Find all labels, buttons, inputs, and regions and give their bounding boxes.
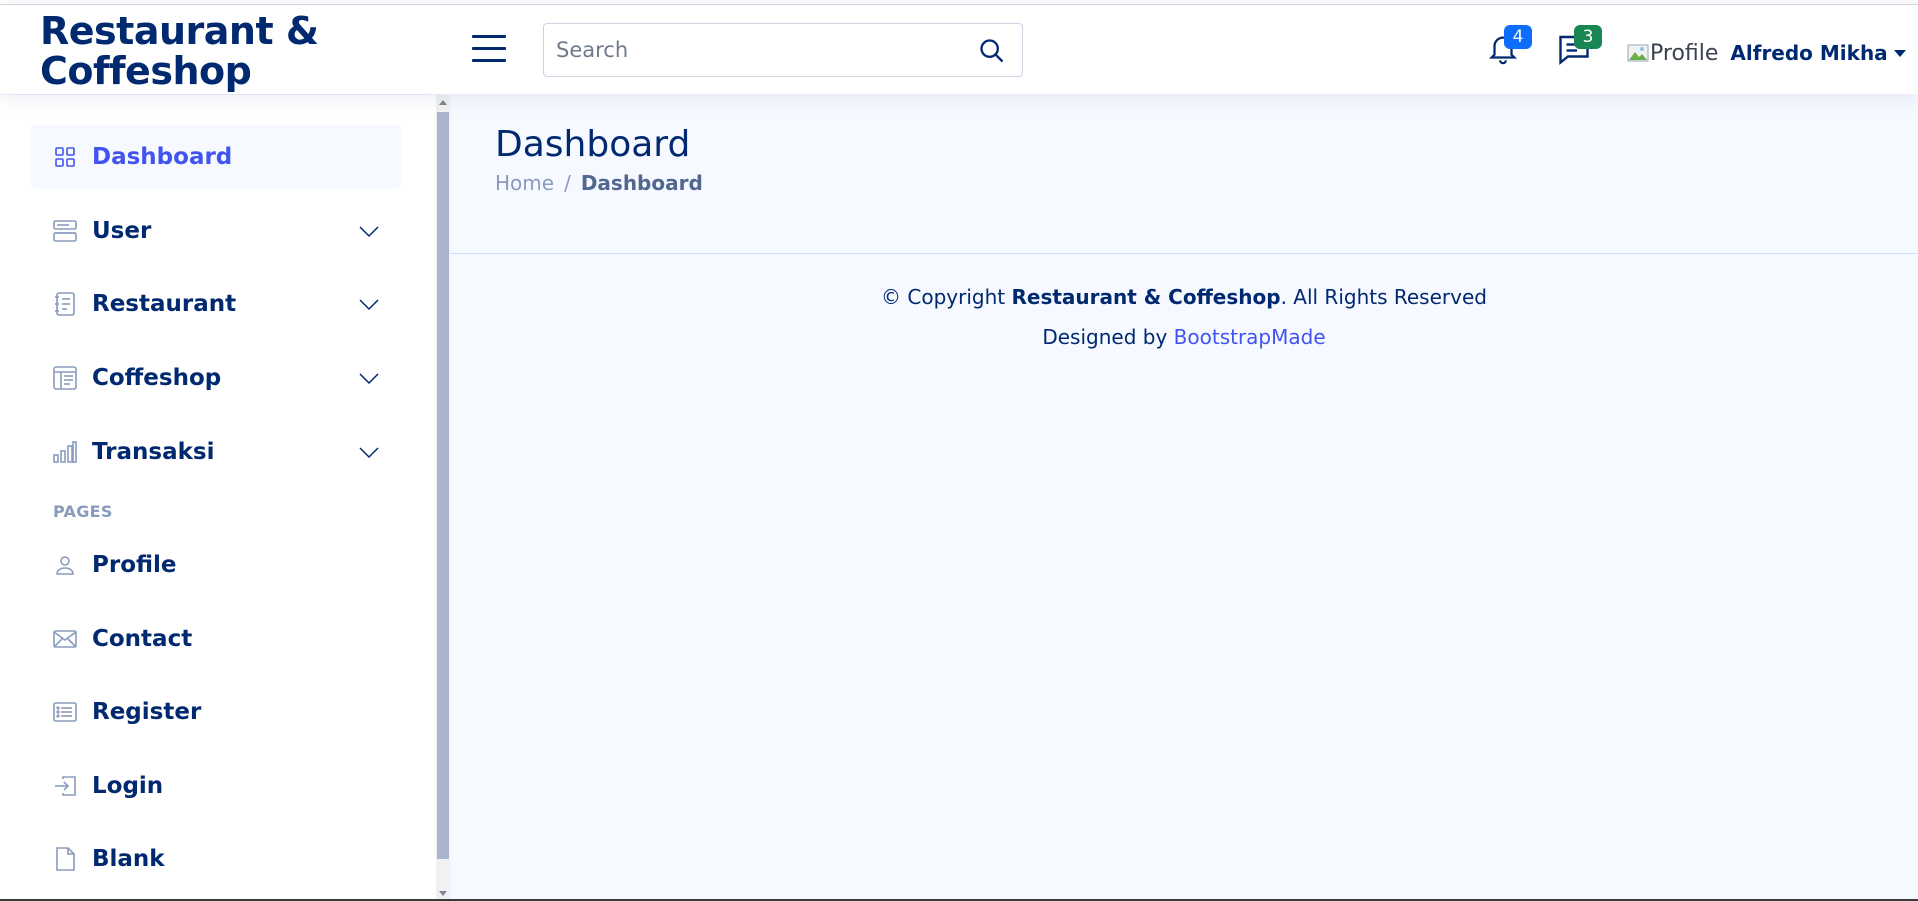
search-icon[interactable] bbox=[978, 37, 1006, 65]
scroll-down-arrow-icon[interactable] bbox=[439, 891, 447, 896]
messages-button[interactable]: 3 bbox=[1556, 25, 1602, 71]
sidebar-item-label: Coffeshop bbox=[92, 365, 222, 391]
search-input[interactable] bbox=[544, 24, 964, 76]
file-earmark-icon bbox=[52, 846, 78, 872]
credits-line: Designed by BootstrapMade bbox=[450, 325, 1918, 349]
sidebar-item-profile[interactable]: Profile bbox=[30, 533, 402, 597]
sidebar-item-label: Blank bbox=[92, 846, 165, 872]
breadcrumb-home[interactable]: Home bbox=[495, 171, 554, 195]
sidebar-item-label: Login bbox=[92, 773, 164, 799]
sidebar-item-label: User bbox=[92, 218, 152, 244]
page-title: Dashboard bbox=[495, 124, 691, 165]
chevron-down-icon bbox=[359, 447, 379, 459]
footer: © Copyright Restaurant & Coffeshop. All … bbox=[450, 285, 1918, 349]
scroll-up-arrow-icon[interactable] bbox=[439, 100, 447, 105]
copyright-line: © Copyright Restaurant & Coffeshop. All … bbox=[450, 285, 1918, 309]
designer-link[interactable]: BootstrapMade bbox=[1174, 325, 1326, 349]
messages-badge: 3 bbox=[1574, 25, 1602, 49]
copyright-suffix: . All Rights Reserved bbox=[1280, 285, 1487, 309]
hamburger-bar bbox=[472, 35, 506, 38]
sidebar-item-label: Profile bbox=[92, 552, 177, 578]
sidebar-item-label: Register bbox=[92, 699, 202, 725]
profile-dropdown[interactable]: Profile Alfredo Mikha bbox=[1627, 35, 1906, 71]
sidebar-item-restaurant[interactable]: Restaurant bbox=[30, 272, 402, 336]
envelope-icon bbox=[52, 626, 78, 652]
sidebar-item-login[interactable]: Login bbox=[30, 754, 402, 818]
copyright-brand: Restaurant & Coffeshop bbox=[1011, 285, 1281, 309]
chevron-down-icon bbox=[359, 373, 379, 385]
search-bar bbox=[543, 23, 1023, 77]
layout-text-window-icon bbox=[52, 365, 78, 391]
broken-image-icon bbox=[1627, 44, 1649, 62]
footer-divider bbox=[450, 253, 1918, 254]
sidebar-scrollbar[interactable] bbox=[436, 95, 450, 901]
toggle-sidebar-button[interactable] bbox=[472, 35, 506, 65]
sidebar: Dashboard User Restaurant Coffeshop Tran… bbox=[0, 95, 436, 901]
sidebar-item-transaksi[interactable]: Transaksi bbox=[30, 420, 402, 484]
copyright-prefix: © Copyright bbox=[881, 285, 1012, 309]
brand-logo-text[interactable]: Restaurant & Coffeshop bbox=[40, 11, 400, 91]
notifications-button[interactable]: 4 bbox=[1486, 25, 1532, 71]
hamburger-bar bbox=[472, 47, 506, 50]
sidebar-item-label: Restaurant bbox=[92, 291, 237, 317]
sidebar-item-user[interactable]: User bbox=[30, 199, 402, 263]
chevron-down-icon bbox=[359, 299, 379, 311]
designed-by-text: Designed by bbox=[1042, 325, 1174, 349]
profile-avatar: Profile bbox=[1627, 41, 1718, 66]
grid-icon bbox=[52, 144, 78, 170]
sidebar-item-label: Dashboard bbox=[92, 144, 233, 170]
caret-down-icon bbox=[1893, 49, 1906, 57]
sidebar-item-contact[interactable]: Contact bbox=[30, 607, 402, 671]
card-list-icon bbox=[52, 699, 78, 725]
sidebar-item-register[interactable]: Register bbox=[30, 680, 402, 744]
profile-name: Alfredo Mikha bbox=[1730, 41, 1888, 65]
person-icon bbox=[52, 552, 78, 578]
bar-chart-icon bbox=[52, 439, 78, 465]
top-header: Restaurant & Coffeshop 4 3 bbox=[0, 5, 1918, 94]
main-content: Dashboard Home / Dashboard © Copyright R… bbox=[450, 95, 1918, 901]
hamburger-bar bbox=[472, 59, 506, 62]
avatar-alt-text: Profile bbox=[1650, 40, 1719, 66]
breadcrumb: Home / Dashboard bbox=[495, 171, 703, 195]
breadcrumb-separator: / bbox=[564, 171, 571, 195]
journal-text-icon bbox=[52, 291, 78, 317]
sidebar-item-dashboard[interactable]: Dashboard bbox=[30, 125, 402, 189]
brand-line-1: Restaurant & bbox=[40, 9, 319, 53]
sidebar-item-coffeshop[interactable]: Coffeshop bbox=[30, 346, 402, 410]
scrollbar-thumb[interactable] bbox=[437, 112, 449, 859]
sidebar-heading-pages: PAGES bbox=[53, 502, 113, 521]
menu-button-icon bbox=[52, 218, 78, 244]
notifications-badge: 4 bbox=[1504, 25, 1532, 49]
sidebar-item-label: Transaksi bbox=[92, 439, 215, 465]
sidebar-item-label: Contact bbox=[92, 626, 193, 652]
breadcrumb-current: Dashboard bbox=[580, 171, 703, 195]
chevron-down-icon bbox=[359, 226, 379, 238]
box-arrow-in-right-icon bbox=[52, 773, 78, 799]
brand-line-2: Coffeshop bbox=[40, 49, 252, 93]
sidebar-item-blank[interactable]: Blank bbox=[30, 827, 402, 891]
